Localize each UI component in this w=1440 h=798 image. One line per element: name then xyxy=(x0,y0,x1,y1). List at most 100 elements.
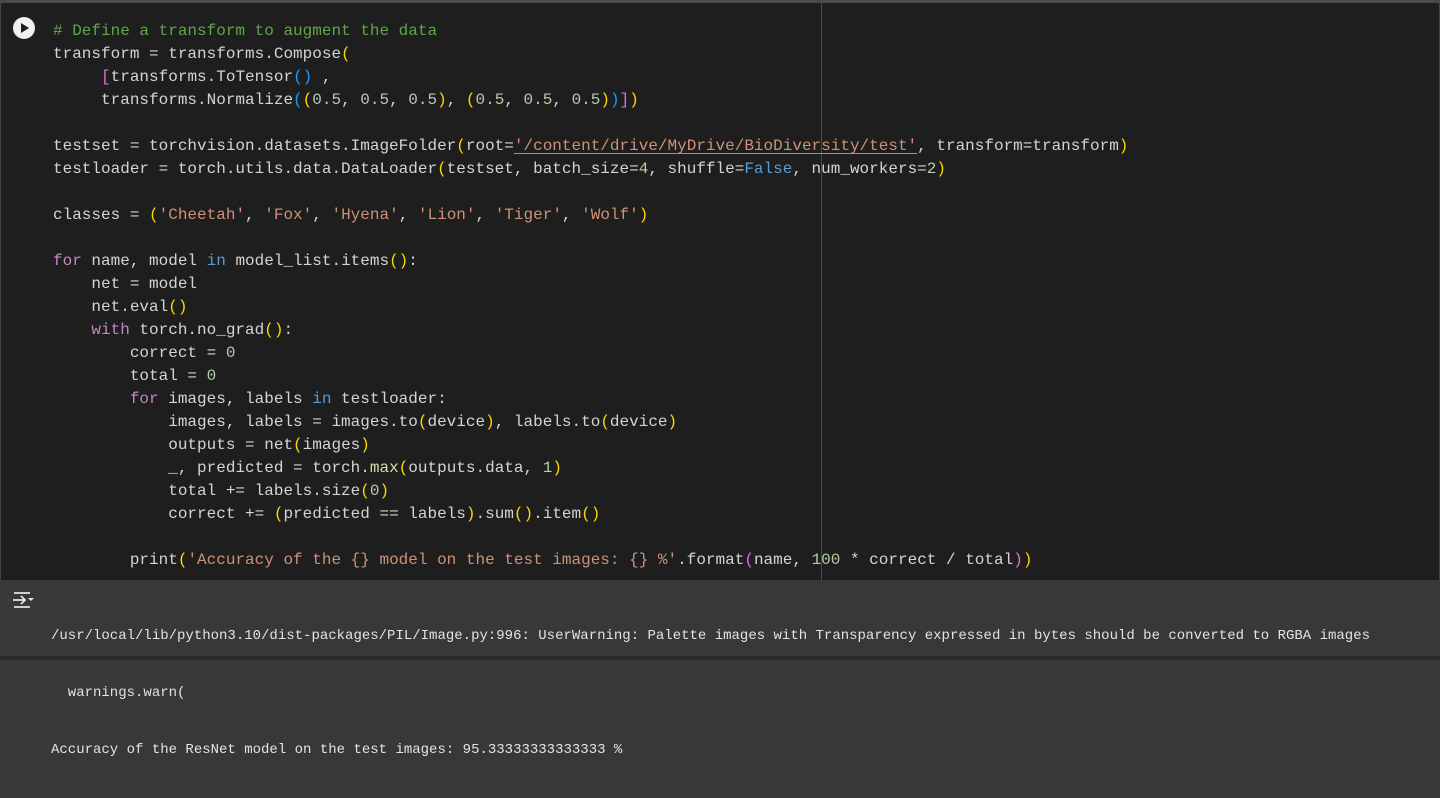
code-token: predicted == labels xyxy=(283,505,466,523)
code-token: ( xyxy=(293,91,303,109)
code-line: print ( 'Accuracy of the {} model on the t… xyxy=(53,549,1128,572)
code-token: testloader: xyxy=(331,390,447,408)
code-token: : xyxy=(283,321,294,339)
code-token: () xyxy=(293,68,313,86)
code-token: device xyxy=(609,413,668,431)
code-token: print xyxy=(53,551,178,569)
code-token: 0 xyxy=(206,367,217,385)
code-token: () xyxy=(513,505,534,523)
code-token: transforms.Normalize xyxy=(53,91,294,109)
code-token: images, labels xyxy=(158,390,313,408)
code-token: device xyxy=(427,413,486,431)
code-token: ( xyxy=(149,206,159,224)
code-token: testset = torchvision.datasets.ImageFold… xyxy=(53,137,457,155)
code-line: # Define a transform to augment the data xyxy=(53,20,1128,43)
code-token: ) xyxy=(667,413,678,431)
code-token: ( xyxy=(456,137,466,155)
code-token: testloader = torch.utils.data.DataLoader xyxy=(53,160,438,178)
code-token: ( xyxy=(600,413,610,431)
code-token: ) xyxy=(485,413,495,431)
code-token: ( xyxy=(293,436,303,454)
code-token: , xyxy=(561,206,582,224)
output-text: /usr/local/lib/python3.10/dist-packages/… xyxy=(51,589,1370,798)
code-token: , xyxy=(312,68,332,86)
code-line: testset = torchvision.datasets.ImageFold… xyxy=(53,135,1128,158)
code-token: ( xyxy=(273,505,284,523)
code-cell[interactable]: # Define a transform to augment the data… xyxy=(0,3,1440,580)
code-token: 0.5 xyxy=(475,91,505,109)
code-token: transform = transforms.Compose xyxy=(53,45,342,63)
code-line: net = model xyxy=(53,273,1128,296)
code-token: () xyxy=(264,321,284,339)
run-cell-button[interactable] xyxy=(13,17,35,39)
code-token: net = model xyxy=(53,275,198,293)
code-token: ) xyxy=(1022,551,1033,569)
code-token: 0.5 xyxy=(408,91,438,109)
code-token: ( xyxy=(465,91,476,109)
code-token: images, labels = images.to xyxy=(53,413,418,431)
code-token: model_list.items xyxy=(225,252,390,270)
output-toggle-icon[interactable] xyxy=(11,590,35,610)
code-token: , xyxy=(341,91,361,109)
code-line: _, predicted = torch.max(outputs.data, 1… xyxy=(53,457,1128,480)
code-token: ) xyxy=(1118,137,1129,155)
code-token: images xyxy=(302,436,361,454)
code-line: total = 0 xyxy=(53,365,1128,388)
code-token: ( xyxy=(360,482,370,500)
code-line: correct += (predicted == labels).sum().i… xyxy=(53,503,1128,526)
code-token: 4 xyxy=(638,160,649,178)
output-line-accuracy: Accuracy of the ResNet model on the test… xyxy=(51,742,623,758)
code-token: , xyxy=(475,206,495,224)
code-token: ) xyxy=(552,459,562,477)
code-token: 'Lion' xyxy=(417,206,476,224)
code-token: _, predicted = torch. xyxy=(53,459,370,477)
code-token: .sum xyxy=(475,505,514,523)
code-line: total += labels.size(0) xyxy=(53,480,1128,503)
code-token: : xyxy=(408,252,418,270)
code-token: ) xyxy=(609,91,620,109)
code-token: ) xyxy=(629,91,639,109)
code-line: classes = ('Cheetah', 'Fox', 'Hyena', 'L… xyxy=(53,204,1128,227)
code-line: outputs = net(images) xyxy=(53,434,1128,457)
code-token: , xyxy=(398,206,418,224)
code-token: 0.5 xyxy=(312,91,342,109)
code-token: , xyxy=(245,206,265,224)
code-token: False xyxy=(744,160,793,178)
code-token: , xyxy=(504,91,524,109)
code-token: outputs = net xyxy=(53,436,294,454)
code-token: 1 xyxy=(542,459,553,477)
code-token: total += labels.size xyxy=(53,482,361,500)
code-token: for xyxy=(53,252,82,270)
code-token: 0.5 xyxy=(571,91,601,109)
code-token: ( xyxy=(744,551,754,569)
code-token: 'Tiger' xyxy=(494,206,562,224)
code-token: 'Accuracy of the {} model on the test im… xyxy=(187,551,678,569)
code-token: for xyxy=(129,390,159,408)
code-token: 'Hyena' xyxy=(331,206,399,224)
code-token: in xyxy=(206,252,226,270)
code-token: .format xyxy=(677,551,745,569)
code-token: net.eval xyxy=(53,298,169,316)
code-token: ) xyxy=(379,482,390,500)
code-token: name, xyxy=(753,551,812,569)
code-editor[interactable]: # Define a transform to augment the data… xyxy=(53,20,1128,572)
code-token: with xyxy=(91,321,130,339)
code-token: torch.no_grad xyxy=(129,321,265,339)
code-token: testset, batch_size= xyxy=(446,160,639,178)
code-line: net.eval() xyxy=(53,296,1128,319)
code-token: ) xyxy=(465,505,476,523)
code-token: 0 xyxy=(225,344,236,362)
code-token: correct += xyxy=(53,505,274,523)
code-token: * correct / total xyxy=(840,551,1014,569)
code-token: ( xyxy=(398,459,409,477)
bottom-border xyxy=(0,656,1440,660)
code-token: root= xyxy=(465,137,514,155)
code-token: 'Cheetah' xyxy=(158,206,246,224)
code-token: classes = xyxy=(53,206,150,224)
code-token: ( xyxy=(341,45,351,63)
code-token: ) xyxy=(600,91,610,109)
